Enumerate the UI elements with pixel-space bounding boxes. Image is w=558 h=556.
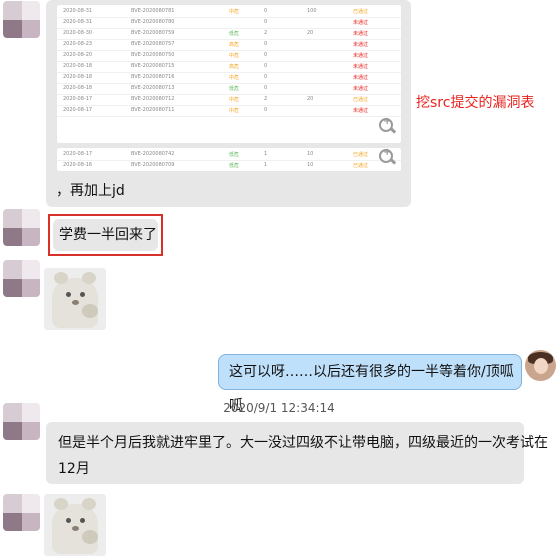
table-cell-type: 中危: [229, 75, 240, 81]
message-bubble[interactable]: 学费一半回来了: [53, 219, 158, 251]
table-cell-id: BVE-2020080781: [131, 8, 175, 14]
table-row: 2020-08-20 BVE-2020080750 中危 0 未通过: [57, 51, 401, 62]
table-cell-count: 0: [264, 19, 268, 25]
table-cell-date: 2020-08-16: [63, 162, 93, 168]
table-cell-score: 20: [307, 30, 314, 36]
table-cell-type: 高危: [229, 42, 240, 48]
table-cell-date: 2020-08-23: [63, 41, 93, 47]
sticker-image[interactable]: [44, 268, 106, 330]
table-cell-id: BVE-2020080709: [131, 162, 175, 168]
table-cell-status: 未通过: [353, 75, 369, 81]
table-cell-score: 10: [307, 151, 314, 157]
table-row: 2020-08-30 BVE-2020080759 低危 2 20 未通过: [57, 29, 401, 40]
table-cell-status: 已通过: [353, 163, 369, 169]
message-text-line: 但是半个月后我就进牢里了。大一没过四级不让带电脑，四级最近的一次考试在: [58, 435, 548, 451]
sticker-image[interactable]: [44, 494, 106, 556]
zoom-in-icon[interactable]: [379, 147, 397, 165]
contact-avatar[interactable]: [3, 1, 40, 38]
message-text: 学费一半回来了: [59, 227, 157, 243]
table-cell-type: 高危: [229, 64, 240, 70]
table-cell-id: BVE-2020080780: [131, 19, 175, 25]
table-cell-status: 已通过: [353, 152, 369, 158]
message-bubble-screenshot[interactable]: 2020-08-31 BVE-2020080781 中危 0 100 已通过 2020-08…: [46, 0, 411, 207]
table-cell-count: 2: [264, 30, 268, 36]
table-cell-status: 未通过: [353, 64, 369, 70]
contact-avatar[interactable]: [3, 494, 40, 531]
table-cell-score: 20: [307, 96, 314, 102]
vuln-table-screenshot-2[interactable]: 2020-08-17 BVE-2020080742 低危 1 10 已通过 2020-08-…: [56, 147, 402, 172]
table-row: 2020-08-18 BVE-2020080713 低危 0 未通过: [57, 84, 401, 95]
table-cell-type: 中危: [229, 9, 240, 15]
table-cell-date: 2020-08-20: [63, 52, 93, 58]
table-cell-date: 2020-08-31: [63, 19, 93, 25]
table-cell-id: BVE-2020080711: [131, 107, 175, 113]
outgoing-message-bubble[interactable]: 这可以呀……以后还有很多的一半等着你/顶呱呱: [218, 354, 522, 414]
table-cell-status: 未通过: [353, 108, 369, 114]
message-text-line: 12月: [58, 461, 90, 477]
table-cell-status: 未通过: [353, 20, 369, 26]
table-row: 2020-08-17 BVE-2020080711 中危 0 未通过: [57, 106, 401, 117]
message-bubble[interactable]: 但是半个月后我就进牢里了。大一没过四级不让带电脑，四级最近的一次考试在 12月: [46, 422, 548, 484]
table-cell-type: 中危: [229, 108, 240, 114]
table-cell-id: BVE-2020080715: [131, 63, 175, 69]
table-cell-count: 0: [264, 74, 268, 80]
table-cell-score: 10: [307, 162, 314, 168]
table-cell-type: 中危: [229, 97, 240, 103]
table-cell-id: BVE-2020080757: [131, 41, 175, 47]
table-row: 2020-08-18 BVE-2020080715 高危 0 未通过: [57, 62, 401, 73]
table-row: 2020-08-16 BVE-2020080709 低危 1 10 已通过: [57, 161, 401, 171]
table-cell-count: 0: [264, 52, 268, 58]
vuln-table-screenshot[interactable]: 2020-08-31 BVE-2020080781 中危 0 100 已通过 2020-08…: [56, 4, 402, 144]
table-row: 2020-08-18 BVE-2020080716 中危 0 未通过: [57, 73, 401, 84]
self-avatar[interactable]: [525, 350, 556, 381]
message-timestamp: 2020/9/1 12:34:14: [223, 401, 335, 415]
table-row: 2020-08-23 BVE-2020080757 高危 0 未通过: [57, 40, 401, 51]
message-text: ，再加上jd: [56, 183, 125, 199]
table-cell-date: 2020-08-18: [63, 74, 93, 80]
table-cell-status: 未通过: [353, 53, 369, 59]
contact-avatar[interactable]: [3, 209, 40, 246]
highlight-box: 学费一半回来了: [48, 214, 163, 256]
table-cell-score: 100: [307, 8, 317, 14]
table-cell-status: 未通过: [353, 31, 369, 37]
table-cell-id: BVE-2020080742: [131, 151, 175, 157]
table-cell-count: 0: [264, 107, 268, 113]
table-cell-date: 2020-08-17: [63, 96, 93, 102]
table-cell-type: 中危: [229, 53, 240, 59]
contact-avatar[interactable]: [3, 260, 40, 297]
table-cell-count: 2: [264, 96, 268, 102]
table-cell-type: 低危: [229, 31, 240, 37]
table-row: 2020-08-31 BVE-2020080781 中危 0 100 已通过: [57, 7, 401, 18]
table-cell-date: 2020-08-18: [63, 63, 93, 69]
table-cell-date: 2020-08-31: [63, 8, 93, 14]
table-cell-type: 低危: [229, 86, 240, 92]
table-cell-count: 0: [264, 85, 268, 91]
zoom-in-icon[interactable]: [379, 116, 397, 134]
table-cell-status: 已通过: [353, 97, 369, 103]
table-cell-status: 已通过: [353, 9, 369, 15]
table-cell-id: BVE-2020080750: [131, 52, 175, 58]
table-cell-count: 1: [264, 151, 268, 157]
table-row: 2020-08-31 BVE-2020080780 0 未通过: [57, 18, 401, 29]
table-cell-id: BVE-2020080712: [131, 96, 175, 102]
table-cell-date: 2020-08-18: [63, 85, 93, 91]
table-row: 2020-08-17 BVE-2020080742 低危 1 10 已通过: [57, 150, 401, 161]
table-cell-date: 2020-08-17: [63, 151, 93, 157]
table-cell-id: BVE-2020080713: [131, 85, 175, 91]
table-cell-count: 0: [264, 41, 268, 47]
table-cell-count: 1: [264, 162, 268, 168]
table-cell-count: 0: [264, 8, 268, 14]
table-row: 2020-08-17 BVE-2020080712 中危 2 20 已通过: [57, 95, 401, 106]
table-cell-status: 未通过: [353, 42, 369, 48]
table-cell-status: 未通过: [353, 86, 369, 92]
table-cell-date: 2020-08-17: [63, 107, 93, 113]
table-cell-type: 低危: [229, 163, 240, 169]
table-cell-id: BVE-2020080759: [131, 30, 175, 36]
red-annotation-label: 挖src提交的漏洞表: [416, 95, 535, 111]
table-cell-date: 2020-08-30: [63, 30, 93, 36]
table-cell-type: 低危: [229, 152, 240, 158]
table-cell-count: 0: [264, 63, 268, 69]
table-cell-id: BVE-2020080716: [131, 74, 175, 80]
